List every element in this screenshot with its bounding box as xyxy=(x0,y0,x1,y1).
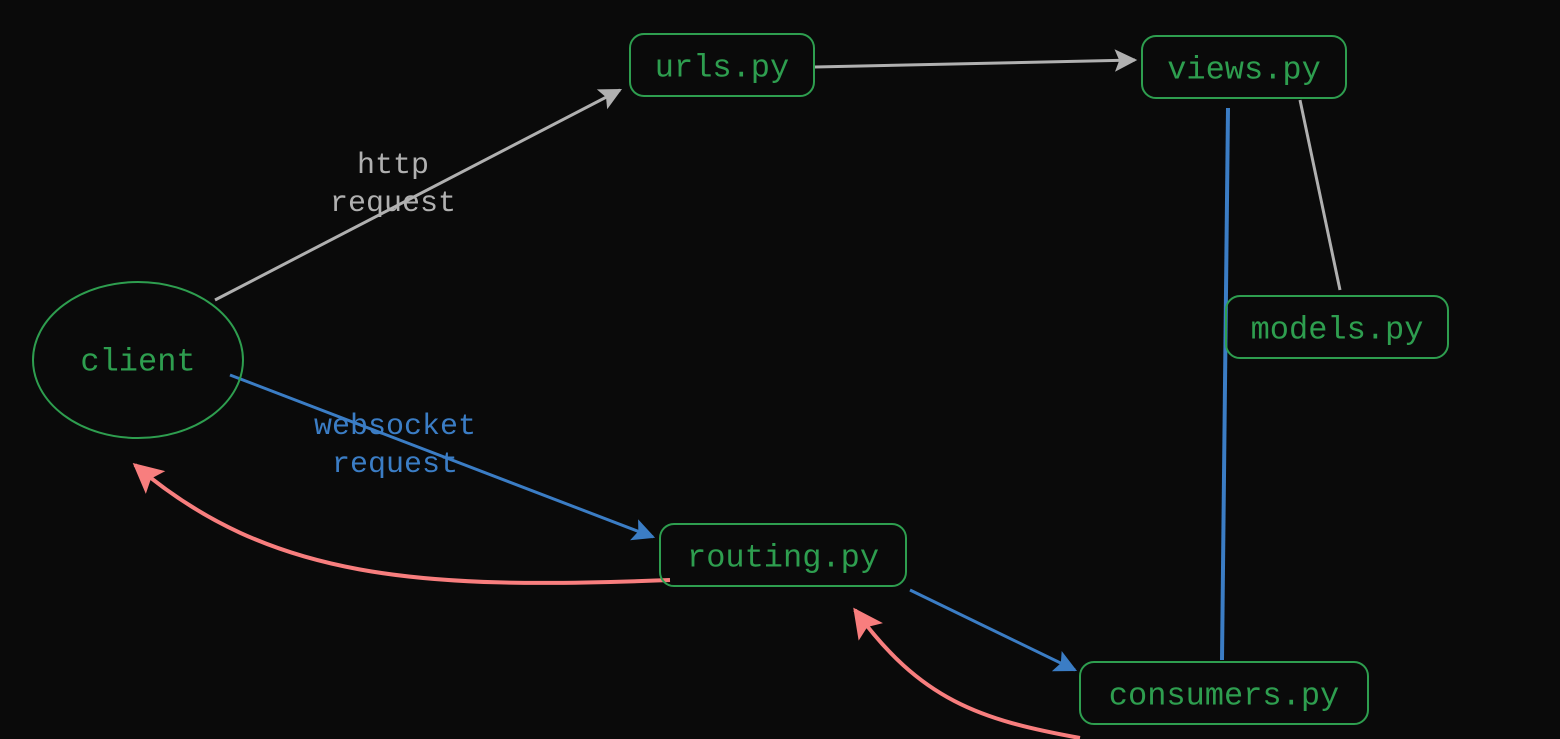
label-websocket-line2: request xyxy=(332,448,458,482)
edge-urls-views xyxy=(815,60,1135,67)
edge-routing-consumers xyxy=(910,590,1075,670)
node-models-label: models.py xyxy=(1251,311,1424,348)
node-views: views.py xyxy=(1142,36,1346,98)
node-views-label: views.py xyxy=(1167,51,1321,88)
node-consumers: consumers.py xyxy=(1080,662,1368,724)
label-websocket-request: websocket request xyxy=(314,410,476,482)
edge-views-models xyxy=(1300,100,1340,290)
edge-routing-client xyxy=(135,465,670,583)
node-urls: urls.py xyxy=(630,34,814,96)
edge-views-consumers xyxy=(1222,108,1228,660)
node-client: client xyxy=(33,282,243,438)
node-models: models.py xyxy=(1226,296,1448,358)
node-routing: routing.py xyxy=(660,524,906,586)
node-client-label: client xyxy=(80,343,195,380)
label-http-line1: http xyxy=(357,149,429,183)
node-urls-label: urls.py xyxy=(655,49,789,86)
edge-consumers-routing xyxy=(855,610,1080,738)
diagram-canvas: client urls.py views.py models.py routin… xyxy=(0,0,1560,739)
label-websocket-line1: websocket xyxy=(314,410,476,444)
label-http-line2: request xyxy=(330,187,456,221)
node-consumers-label: consumers.py xyxy=(1109,677,1339,714)
node-routing-label: routing.py xyxy=(687,539,879,576)
